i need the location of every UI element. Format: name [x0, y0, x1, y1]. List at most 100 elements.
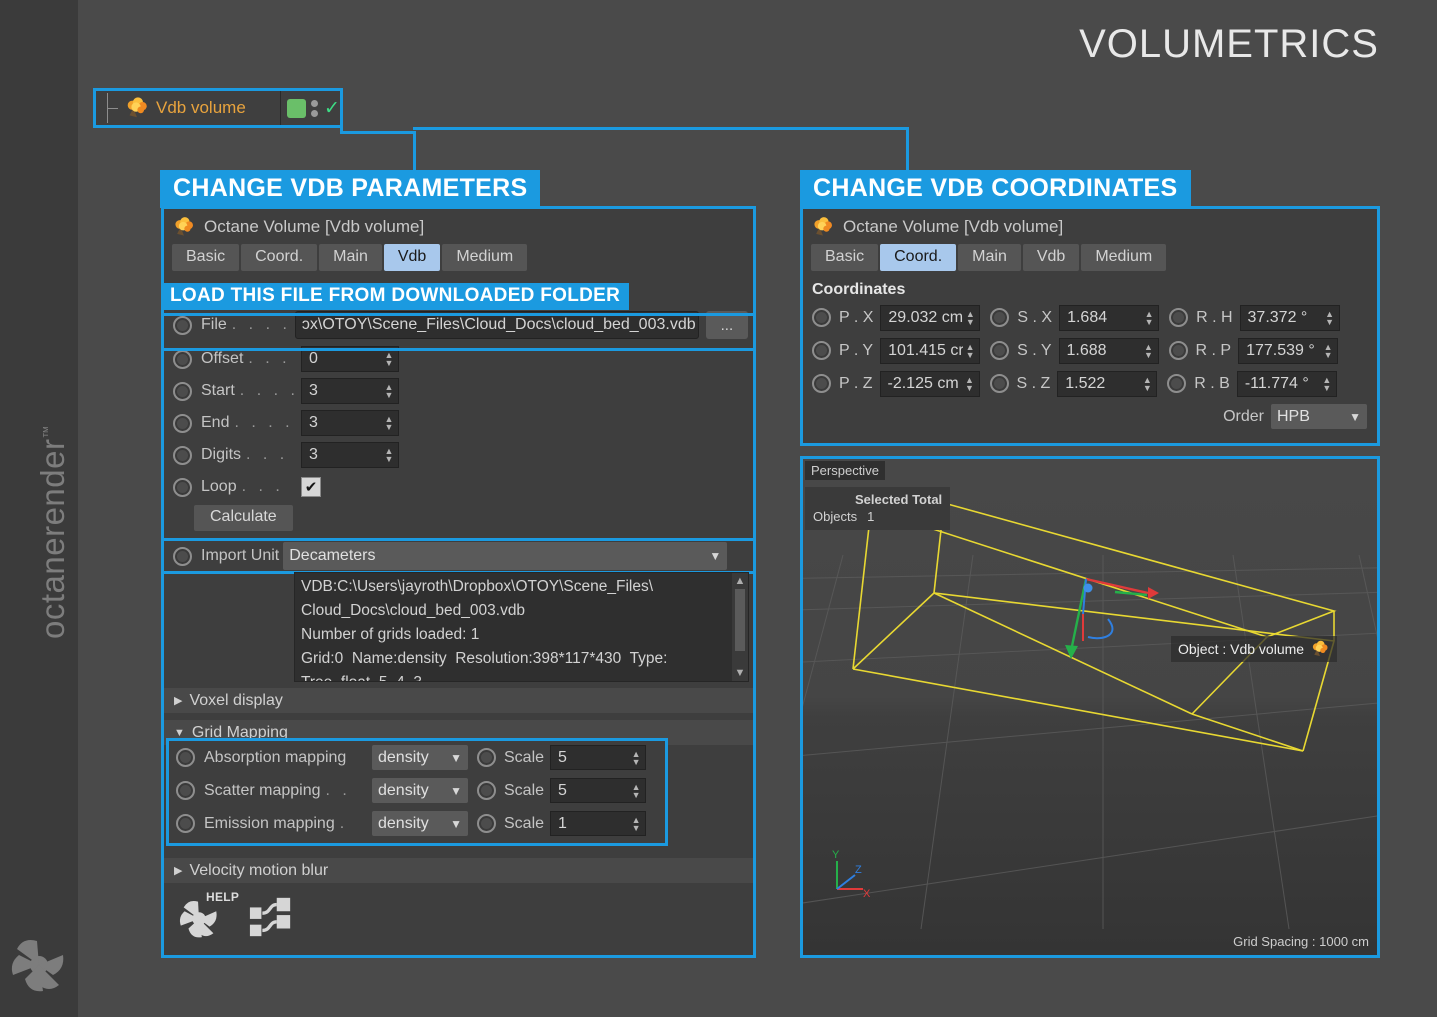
tab-vdb[interactable]: Vdb: [383, 244, 441, 271]
start-row[interactable]: Start . . . . 3 ▲ ▼: [164, 375, 753, 407]
coordinates-tabbar[interactable]: Basic Coord. Main Vdb Medium: [803, 241, 1377, 271]
scroll-down-icon[interactable]: ▼: [735, 667, 746, 679]
scatter-scale-spinner-icon[interactable]: ▲ ▼: [629, 782, 643, 799]
emission-mapping-select[interactable]: density ▼: [372, 811, 468, 836]
rotation-b-group[interactable]: R . B -11.774 ° ▲ ▼: [1167, 370, 1337, 397]
rh-input[interactable]: 37.372 ° ▲ ▼: [1239, 304, 1340, 331]
emission-scale-input[interactable]: 1 ▲ ▼: [550, 811, 647, 836]
digits-anim-knob-icon[interactable]: [173, 445, 192, 465]
end-anim-knob-icon[interactable]: [173, 413, 192, 433]
scatter-scale-knob-icon[interactable]: [477, 781, 496, 800]
digits-input[interactable]: 3 ▲ ▼: [301, 442, 399, 468]
view-label[interactable]: Perspective: [805, 461, 885, 480]
tab-medium[interactable]: Medium: [442, 244, 528, 271]
node-editor-icon[interactable]: [248, 894, 294, 940]
emission-anim-knob-icon[interactable]: [176, 814, 195, 833]
import-unit-select[interactable]: Decameters ▼: [283, 542, 728, 570]
object-manager-row[interactable]: Vdb volume ✓: [93, 88, 343, 128]
scroll-up-icon[interactable]: ▲: [735, 575, 746, 587]
py-input[interactable]: 101.415 cr ▲ ▼: [880, 337, 981, 364]
start-anim-knob-icon[interactable]: [173, 381, 192, 401]
rotation-p-group[interactable]: R . P 177.539 ° ▲ ▼: [1168, 337, 1339, 364]
digits-row[interactable]: Digits . . . 3 ▲ ▼: [164, 439, 753, 471]
emission-scale-knob-icon[interactable]: [477, 814, 496, 833]
tab-basic[interactable]: Basic: [811, 244, 879, 271]
coordinate-row-y[interactable]: P . Y 101.415 cr ▲ ▼ S . Y 1.688 ▲ ▼ R . P…: [803, 334, 1377, 367]
absorption-scale-knob-icon[interactable]: [477, 748, 496, 767]
tab-vdb[interactable]: Vdb: [1022, 244, 1080, 271]
visibility-green-square-icon[interactable]: [287, 98, 306, 118]
section-voxel-display[interactable]: ▶ Voxel display: [164, 688, 753, 713]
rp-input[interactable]: 177.539 ° ▲ ▼: [1238, 337, 1339, 364]
absorption-mapping-select[interactable]: density ▼: [372, 745, 468, 770]
px-anim-knob-icon[interactable]: [812, 308, 831, 327]
sx-anim-knob-icon[interactable]: [990, 308, 1010, 327]
import-unit-anim-knob-icon[interactable]: [173, 546, 192, 566]
tab-main[interactable]: Main: [319, 244, 382, 271]
start-input[interactable]: 3 ▲ ▼: [301, 378, 399, 404]
object-manager-controls[interactable]: ✓: [280, 91, 340, 125]
tab-coord[interactable]: Coord.: [241, 244, 318, 271]
file-browse-button[interactable]: ...: [705, 311, 748, 339]
file-row[interactable]: File . . . . ɔx\OTOY\Scene_Files\Cloud_D…: [164, 307, 753, 343]
order-select[interactable]: HPB ▼: [1271, 404, 1367, 429]
scroll-thumb[interactable]: [735, 589, 745, 651]
pz-spinner-icon[interactable]: ▲ ▼: [963, 375, 977, 392]
pz-input[interactable]: -2.125 cm ▲ ▼: [879, 370, 980, 397]
sy-spinner-icon[interactable]: ▲ ▼: [1142, 342, 1156, 359]
enabled-check-icon[interactable]: ✓: [324, 99, 340, 118]
scatter-mapping-select[interactable]: density ▼: [372, 778, 468, 803]
tab-main[interactable]: Main: [958, 244, 1021, 271]
position-x-group[interactable]: P . X 29.032 cm ▲ ▼: [812, 304, 981, 331]
help-button[interactable]: HELP: [176, 890, 239, 940]
emission-mapping-row[interactable]: Emission mapping . density ▼ Scale 1 ▲ ▼: [169, 807, 665, 840]
coordinate-row-z[interactable]: P . Z -2.125 cm ▲ ▼ S . Z 1.522 ▲ ▼ R . B …: [803, 367, 1377, 400]
position-y-group[interactable]: P . Y 101.415 cr ▲ ▼: [812, 337, 981, 364]
scale-y-group[interactable]: S . Y 1.688 ▲ ▼: [990, 337, 1159, 364]
vdb-info-textarea[interactable]: VDB:C:\Users\jayroth\Dropbox\OTOY\Scene_…: [294, 572, 749, 682]
sy-input[interactable]: 1.688 ▲ ▼: [1058, 337, 1159, 364]
offset-anim-knob-icon[interactable]: [173, 349, 192, 369]
scatter-mapping-row[interactable]: Scatter mapping . . density ▼ Scale 5 ▲ ▼: [169, 774, 665, 807]
px-spinner-icon[interactable]: ▲ ▼: [963, 309, 977, 326]
offset-spinner-icon[interactable]: ▲ ▼: [382, 351, 396, 368]
rh-anim-knob-icon[interactable]: [1169, 308, 1189, 327]
absorption-scale-spinner-icon[interactable]: ▲ ▼: [629, 749, 643, 766]
end-row[interactable]: End . . . . 3 ▲ ▼: [164, 407, 753, 439]
order-row[interactable]: Order HPB ▼: [803, 404, 1377, 429]
emission-scale-spinner-icon[interactable]: ▲ ▼: [629, 815, 643, 832]
rp-anim-knob-icon[interactable]: [1168, 341, 1188, 360]
section-velocity-motion-blur[interactable]: ▶ Velocity motion blur: [164, 858, 753, 883]
tab-medium[interactable]: Medium: [1081, 244, 1167, 271]
loop-checkbox[interactable]: ✔: [301, 477, 321, 497]
visibility-dots-icon[interactable]: [311, 99, 318, 117]
end-spinner-icon[interactable]: ▲ ▼: [382, 415, 396, 432]
perspective-viewport[interactable]: Perspective Selected Total Objects 1 Obj…: [800, 456, 1380, 958]
sx-spinner-icon[interactable]: ▲ ▼: [1142, 309, 1156, 326]
scale-x-group[interactable]: S . X 1.684 ▲ ▼: [990, 304, 1160, 331]
sz-anim-knob-icon[interactable]: [989, 374, 1009, 393]
rb-spinner-icon[interactable]: ▲ ▼: [1320, 375, 1334, 392]
loop-anim-knob-icon[interactable]: [173, 477, 192, 497]
rp-spinner-icon[interactable]: ▲ ▼: [1321, 342, 1335, 359]
position-z-group[interactable]: P . Z -2.125 cm ▲ ▼: [812, 370, 980, 397]
rb-input[interactable]: -11.774 ° ▲ ▼: [1236, 370, 1337, 397]
rotation-h-group[interactable]: R . H 37.372 ° ▲ ▼: [1169, 304, 1340, 331]
scatter-anim-knob-icon[interactable]: [176, 781, 195, 800]
py-anim-knob-icon[interactable]: [812, 341, 831, 360]
py-spinner-icon[interactable]: ▲ ▼: [963, 342, 977, 359]
loop-row[interactable]: Loop . . . ✔: [164, 471, 753, 503]
tab-basic[interactable]: Basic: [172, 244, 240, 271]
rh-spinner-icon[interactable]: ▲ ▼: [1323, 309, 1337, 326]
scatter-scale-input[interactable]: 5 ▲ ▼: [550, 778, 647, 803]
calculate-button[interactable]: Calculate: [194, 505, 293, 531]
offset-input[interactable]: 0 ▲ ▼: [301, 346, 399, 372]
px-input[interactable]: 29.032 cm ▲ ▼: [880, 304, 981, 331]
parameters-tabbar[interactable]: Basic Coord. Main Vdb Medium: [164, 241, 753, 271]
sy-anim-knob-icon[interactable]: [990, 341, 1010, 360]
absorption-mapping-row[interactable]: Absorption mapping density ▼ Scale 5 ▲ ▼: [169, 741, 665, 774]
sx-input[interactable]: 1.684 ▲ ▼: [1059, 304, 1160, 331]
coordinate-row-x[interactable]: P . X 29.032 cm ▲ ▼ S . X 1.684 ▲ ▼ R . H …: [803, 301, 1377, 334]
absorption-scale-input[interactable]: 5 ▲ ▼: [550, 745, 647, 770]
rb-anim-knob-icon[interactable]: [1167, 374, 1187, 393]
